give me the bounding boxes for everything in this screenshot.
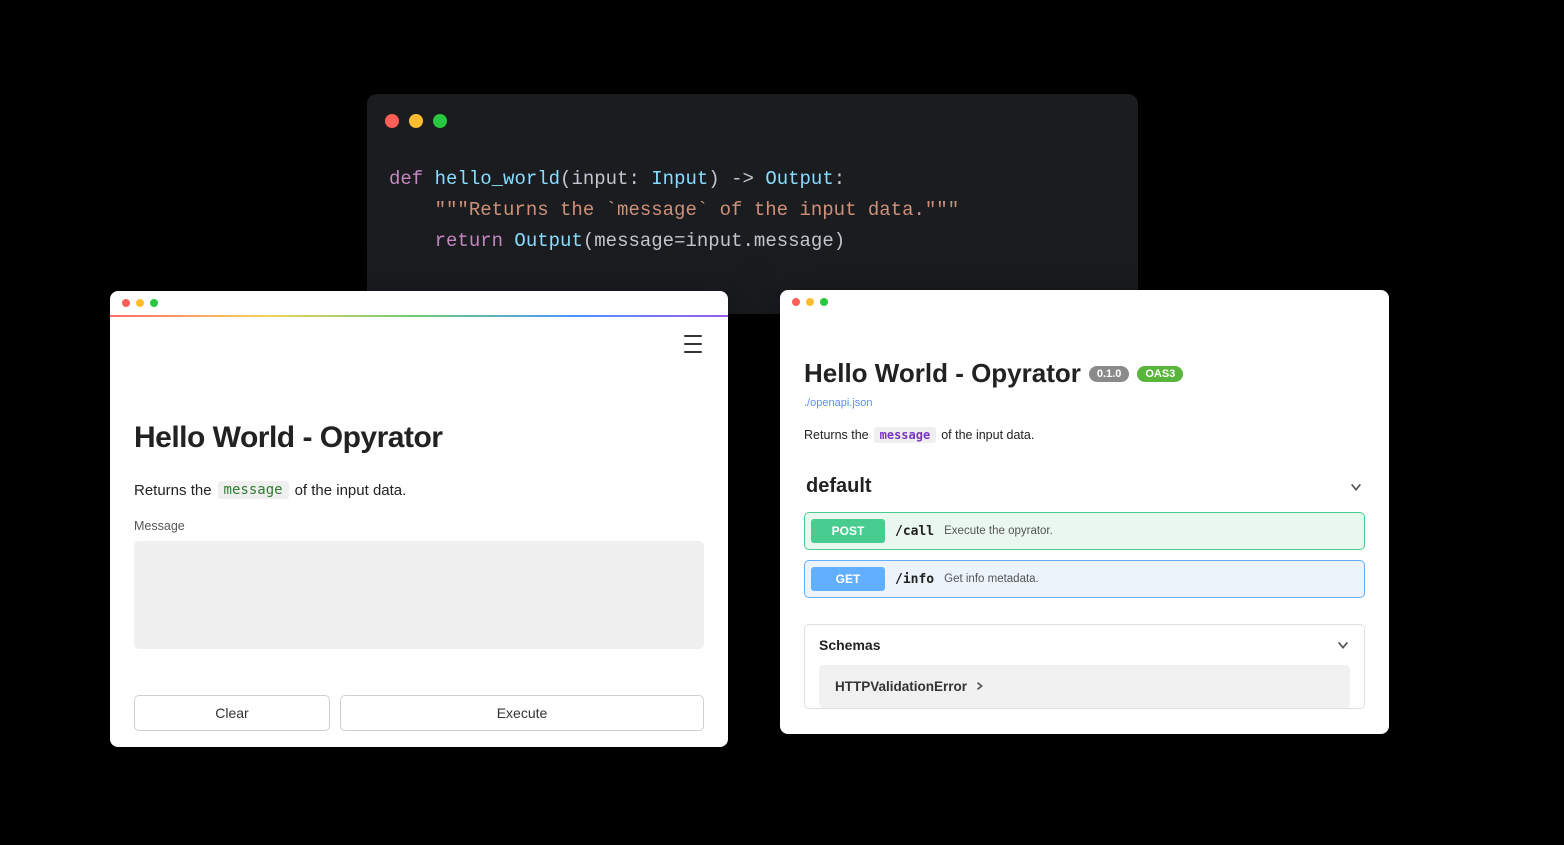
page-title: Hello World - Opyrator [134,421,704,455]
code-window-titlebar [367,94,1138,134]
execute-button[interactable]: Execute [340,695,704,731]
ui-app-window: Hello World - Opyrator Returns the messa… [110,291,728,747]
api-path: /info [895,572,934,587]
page-description: Returns the message of the input data. [134,481,704,499]
code-text: : [628,168,651,190]
api-section-title: default [806,475,872,498]
api-title: Hello World - Opyrator [804,358,1081,389]
code-text: message [594,230,674,252]
chevron-down-icon [1336,638,1350,652]
code-text: input [686,230,743,252]
minimize-icon[interactable] [409,114,423,128]
schema-name: HTTPValidationError [835,679,967,694]
api-docs-window: Hello World - Opyrator 0.1.0 OAS3 ./open… [780,290,1389,734]
code-text: Input [651,168,708,190]
openapi-link[interactable]: ./openapi.json [804,397,873,409]
desc-code: message [218,481,289,499]
desc-text: of the input data. [941,428,1034,442]
api-oas-badge: OAS3 [1137,366,1183,382]
http-method-badge: GET [811,567,885,591]
desc-code: message [874,427,937,443]
desc-text: Returns the [804,428,869,442]
code-text: = [674,230,685,252]
desc-text: Returns the [134,482,212,499]
ui-window-titlebar [110,291,728,315]
code-func-name: hello_world [435,168,560,190]
maximize-icon[interactable] [820,298,828,306]
minimize-icon[interactable] [136,299,144,307]
code-text: . [743,230,754,252]
api-operation-info[interactable]: GET /info Get info metadata. [804,560,1365,598]
code-text: Output [765,168,833,190]
code-keyword-def: def [389,168,423,190]
close-icon[interactable] [792,298,800,306]
chevron-down-icon [1349,480,1363,494]
schema-item[interactable]: HTTPValidationError [819,665,1350,708]
api-summary: Get info metadata. [944,573,1039,585]
code-keyword-return: return [435,230,503,252]
http-method-badge: POST [811,519,885,543]
api-operation-call[interactable]: POST /call Execute the opyrator. [804,512,1365,550]
close-icon[interactable] [385,114,399,128]
maximize-icon[interactable] [433,114,447,128]
schemas-section: Schemas HTTPValidationError [804,624,1365,709]
desc-text: of the input data. [295,482,407,499]
message-field-label: Message [134,519,704,533]
close-icon[interactable] [122,299,130,307]
api-section-default[interactable]: default [804,471,1365,502]
code-docstring: """Returns the `message` of the input da… [435,199,960,221]
code-block: def hello_world(input: Input) -> Output:… [367,134,1138,276]
api-version-badge: 0.1.0 [1089,366,1129,382]
api-window-titlebar [780,290,1389,314]
code-text: ) -> [708,168,765,190]
hamburger-menu-icon[interactable] [684,335,706,353]
code-text: ( [560,168,571,190]
api-description: Returns the message of the input data. [804,427,1365,443]
code-text: ) [834,230,845,252]
schemas-toggle[interactable]: Schemas [805,625,1364,665]
code-editor-window: def hello_world(input: Input) -> Output:… [367,94,1138,314]
code-text: : [834,168,845,190]
chevron-right-icon [975,679,985,694]
minimize-icon[interactable] [806,298,814,306]
code-text: input [571,168,628,190]
code-text: Output [503,230,583,252]
api-path: /call [895,524,934,539]
message-input[interactable] [134,541,704,649]
api-summary: Execute the opyrator. [944,525,1053,537]
code-text: message [754,230,834,252]
code-text: ( [583,230,594,252]
maximize-icon[interactable] [150,299,158,307]
clear-button[interactable]: Clear [134,695,330,731]
schemas-title: Schemas [819,637,880,653]
